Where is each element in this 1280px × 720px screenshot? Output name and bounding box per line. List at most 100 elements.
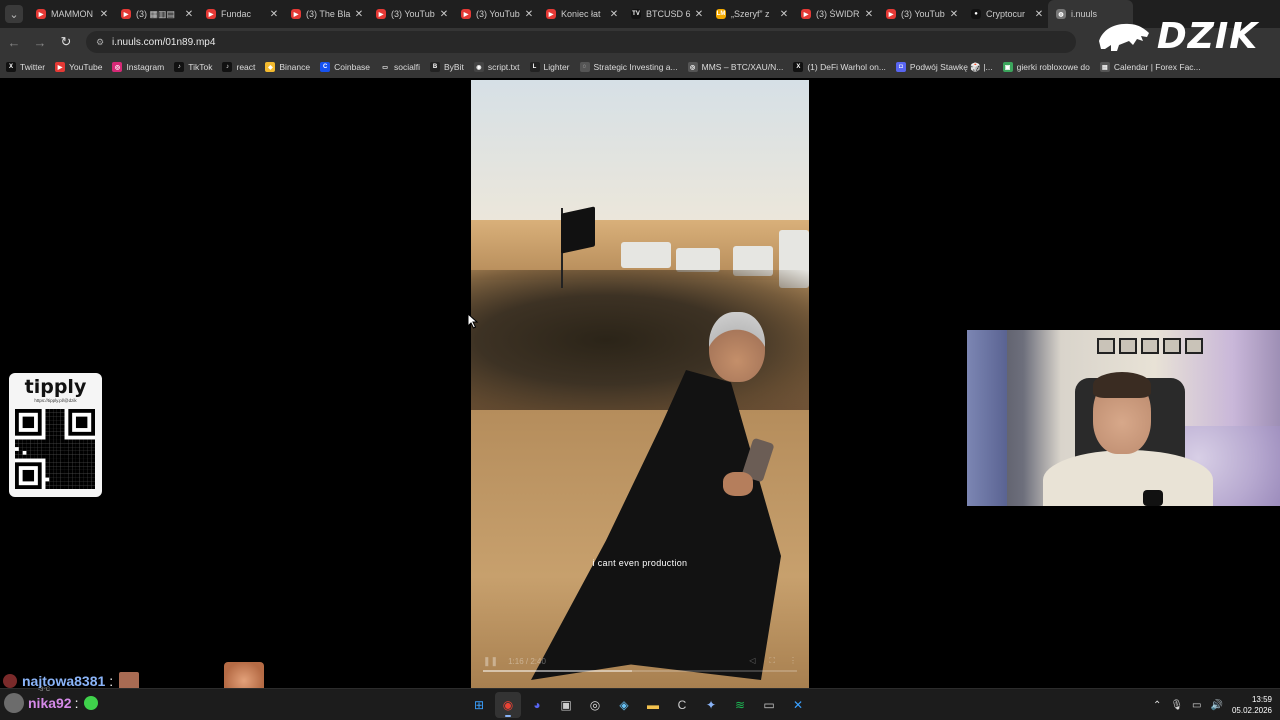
tab-favicon-icon: ▶ <box>121 9 131 19</box>
taskbar-glyph: ✦ <box>705 698 717 712</box>
discord-icon[interactable]: ◕ <box>524 692 550 718</box>
browser-tab[interactable]: ▶ (3) ŚWIDR ✕ <box>793 0 878 28</box>
tab-close-icon[interactable]: ✕ <box>862 9 876 20</box>
app-icon[interactable]: ▣ <box>553 692 579 718</box>
taskbar-chat-overlay: -3°C nika92 : <box>4 687 99 713</box>
browser-tab[interactable]: TV BTCUSD 6 ✕ <box>623 0 708 28</box>
tab-close-icon[interactable]: ✕ <box>352 9 366 20</box>
tab-title: „Szeryf” z <box>731 9 770 19</box>
tab-close-icon[interactable]: ✕ <box>182 9 196 20</box>
chevron-up-icon[interactable]: ⌃ <box>1153 700 1161 711</box>
mouse-cursor-icon <box>467 313 479 329</box>
reload-button[interactable]: ↻ <box>54 30 78 54</box>
bookmark-item[interactable]: ♪ TikTok <box>174 62 212 72</box>
tab-title: (3) ŚWIDR <box>816 9 860 19</box>
chat-username: nika92 <box>28 695 72 711</box>
chrome-icon[interactable]: ◉ <box>495 692 521 718</box>
browser-tab[interactable]: ▶ Koniec łat ✕ <box>538 0 623 28</box>
bookmark-item[interactable]: ◎ MMS – BTC/XAU/N... <box>687 62 783 72</box>
terminal-icon[interactable]: ✕ <box>785 692 811 718</box>
browser-tab[interactable]: ▶ (3) YouTub ✕ <box>453 0 538 28</box>
bookmark-item[interactable]: C Coinbase <box>320 62 370 72</box>
folder-icon[interactable]: ▬ <box>640 692 666 718</box>
clock[interactable]: 13:59 05.02.2026 <box>1232 694 1272 716</box>
bookmark-label: script.txt <box>487 62 520 72</box>
bookmark-item[interactable]: B ByBit <box>430 62 464 72</box>
bookmark-label: socialfi <box>394 62 421 72</box>
back-button[interactable]: ← <box>2 30 26 54</box>
vehicle <box>621 242 671 268</box>
weather-icon[interactable] <box>4 693 24 713</box>
tab-close-icon[interactable]: ✕ <box>692 9 706 20</box>
bookmark-label: YouTube <box>69 62 103 72</box>
taskbar-glyph: ▭ <box>763 698 775 712</box>
video-time: 1:16 / 2:40 <box>508 656 546 666</box>
bookmark-item[interactable]: ◉ script.txt <box>473 62 520 72</box>
spotify-icon[interactable]: ≋ <box>727 692 753 718</box>
video-progress-bar[interactable] <box>483 670 797 672</box>
steam-icon[interactable]: ◈ <box>611 692 637 718</box>
bookmark-item[interactable]: ▶ YouTube <box>55 62 102 72</box>
browser-tab[interactable]: ▶ (3) YouTub ✕ <box>878 0 963 28</box>
fullscreen-icon[interactable]: ⛶ <box>769 656 775 666</box>
tab-close-icon[interactable]: ✕ <box>777 9 791 20</box>
bookmark-item[interactable]: L Lighter <box>529 62 570 72</box>
video-player[interactable]: i cant even production ❚❚ 1:16 / 2:40 ◁ … <box>471 80 809 688</box>
obs-icon[interactable]: ◎ <box>582 692 608 718</box>
tab-favicon-icon: ● <box>971 9 981 19</box>
taskbar-glyph: ◈ <box>619 698 629 712</box>
pause-icon[interactable]: ❚❚ <box>483 656 498 667</box>
forward-button[interactable]: → <box>28 30 52 54</box>
bookmark-item[interactable]: ◎ Instagram <box>112 62 164 72</box>
taskbar-glyph: ◕ <box>533 698 541 712</box>
arrow-right-icon: → <box>33 34 47 50</box>
bookmark-item[interactable]: X Twitter <box>6 62 45 72</box>
tab-close-icon[interactable]: ✕ <box>1032 9 1046 20</box>
tab-close-icon[interactable]: ✕ <box>437 9 451 20</box>
browser-tab[interactable]: ▶ MAMMON ✕ <box>28 0 113 28</box>
site-info-icon[interactable]: ⚙ <box>94 36 106 48</box>
bookmark-item[interactable]: X (1) DeFi Warhol on... <box>793 62 886 72</box>
taskbar: -3°C nika92 : ⊞ ◉ ◕ ▣ ◎ ◈ ▬ C ✦ ≋ ▭ ✕ ⌃ 🎙 ▭ 🔊 13:59… <box>0 687 1280 720</box>
windows-start-icon[interactable]: ⊞ <box>466 692 492 718</box>
bookmark-icon: ▶ <box>55 62 66 72</box>
tool-icon[interactable]: ✦ <box>698 692 724 718</box>
bookmark-label: Lighter <box>543 62 570 72</box>
address-bar[interactable]: ⚙ i.nuuls.com/01n89.mp4 <box>86 31 1076 53</box>
tab-search-button[interactable]: ⌄ <box>0 0 28 28</box>
bookmark-label: Strategic Investing a... <box>593 62 678 72</box>
tab-close-icon[interactable]: ✕ <box>267 9 281 20</box>
network-icon[interactable]: ▭ <box>1192 700 1201 711</box>
bookmark-item[interactable]: ◆ Binance <box>265 62 310 72</box>
flag <box>561 206 595 254</box>
bookmark-icon: ◆ <box>265 62 276 72</box>
qr-code <box>15 409 95 489</box>
browser-tab[interactable]: ● Cryptocur ✕ <box>963 0 1048 28</box>
dock-icon[interactable]: ▭ <box>756 692 782 718</box>
bookmark-item[interactable]: ♪ react <box>222 62 255 72</box>
bookmark-item[interactable]: ◌ Strategic Investing a... <box>579 62 678 72</box>
volume-icon[interactable]: 🔊 <box>1211 700 1223 711</box>
tab-favicon-icon: ▶ <box>461 9 471 19</box>
browser-tab[interactable]: ▶ (3) YouTub ✕ <box>368 0 453 28</box>
volume-icon[interactable]: ◁ <box>749 656 755 666</box>
browser-tab[interactable]: ▶ (3) The Bla ✕ <box>283 0 368 28</box>
person-body <box>1043 450 1213 506</box>
chat-username: najtowa8381 <box>22 673 106 689</box>
ccleaner-icon[interactable]: C <box>669 692 695 718</box>
more-options-icon[interactable]: ⋮ <box>789 656 797 666</box>
tab-favicon-icon: ▶ <box>36 9 46 19</box>
tab-close-icon[interactable]: ✕ <box>522 9 536 20</box>
bookmark-item[interactable]: ▭ socialfi <box>380 62 420 72</box>
tab-close-icon[interactable]: ✕ <box>607 9 621 20</box>
tab-title: (3) YouTub <box>901 9 945 19</box>
tab-close-icon[interactable]: ✕ <box>97 9 111 20</box>
tab-close-icon[interactable]: ✕ <box>947 9 961 20</box>
microphone-icon[interactable]: 🎙 <box>1170 700 1183 711</box>
browser-tab[interactable]: ▶ Fundac ✕ <box>198 0 283 28</box>
taskbar-glyph: ◉ <box>502 698 514 712</box>
browser-tab[interactable]: ▶ (3) ▦▥▤ ✕ <box>113 0 198 28</box>
bookmark-item[interactable]: ◘ Podwój Stawkę 🎲 |... <box>895 62 993 73</box>
browser-tab[interactable]: LM „Szeryf” z ✕ <box>708 0 793 28</box>
wall-picture <box>1097 338 1115 354</box>
